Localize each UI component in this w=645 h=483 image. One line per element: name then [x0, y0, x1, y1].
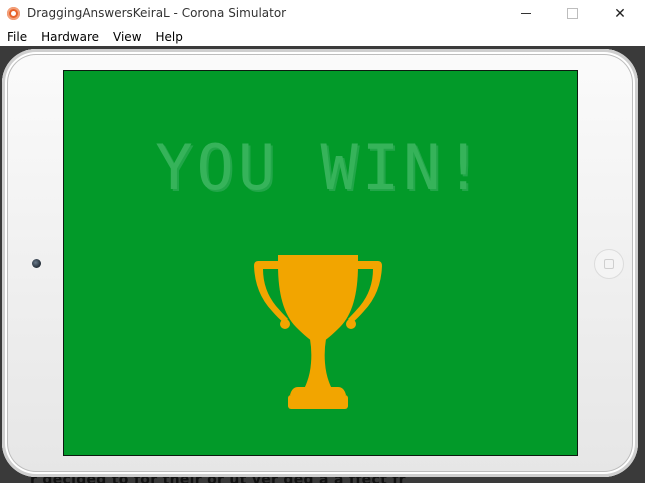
corona-app-icon — [7, 7, 20, 20]
maximize-icon — [566, 8, 578, 19]
simulator-viewport: r decided to for their or ut ver ded a a… — [0, 46, 645, 483]
window-title: DraggingAnswersKeiraL - Corona Simulator — [27, 6, 287, 20]
close-button[interactable]: ✕ — [595, 0, 645, 27]
menu-view[interactable]: View — [106, 30, 148, 44]
you-win-message: YOU WIN! — [155, 131, 486, 204]
simulator-window: DraggingAnswersKeiraL - Corona Simulator… — [0, 0, 645, 483]
close-icon: ✕ — [614, 5, 626, 22]
menu-bar: File Hardware View Help — [0, 27, 645, 46]
app-screen[interactable]: YOU WIN! — [63, 70, 578, 456]
home-icon — [604, 259, 614, 269]
maximize-button[interactable] — [549, 0, 595, 27]
camera-icon — [32, 259, 41, 268]
trophy-icon — [254, 255, 382, 409]
minimize-icon — [521, 13, 531, 14]
title-bar[interactable]: DraggingAnswersKeiraL - Corona Simulator… — [0, 0, 645, 27]
minimize-button[interactable] — [503, 0, 549, 27]
menu-help[interactable]: Help — [149, 30, 190, 44]
menu-file[interactable]: File — [0, 30, 34, 44]
menu-hardware[interactable]: Hardware — [34, 30, 106, 44]
home-button[interactable] — [594, 249, 624, 279]
